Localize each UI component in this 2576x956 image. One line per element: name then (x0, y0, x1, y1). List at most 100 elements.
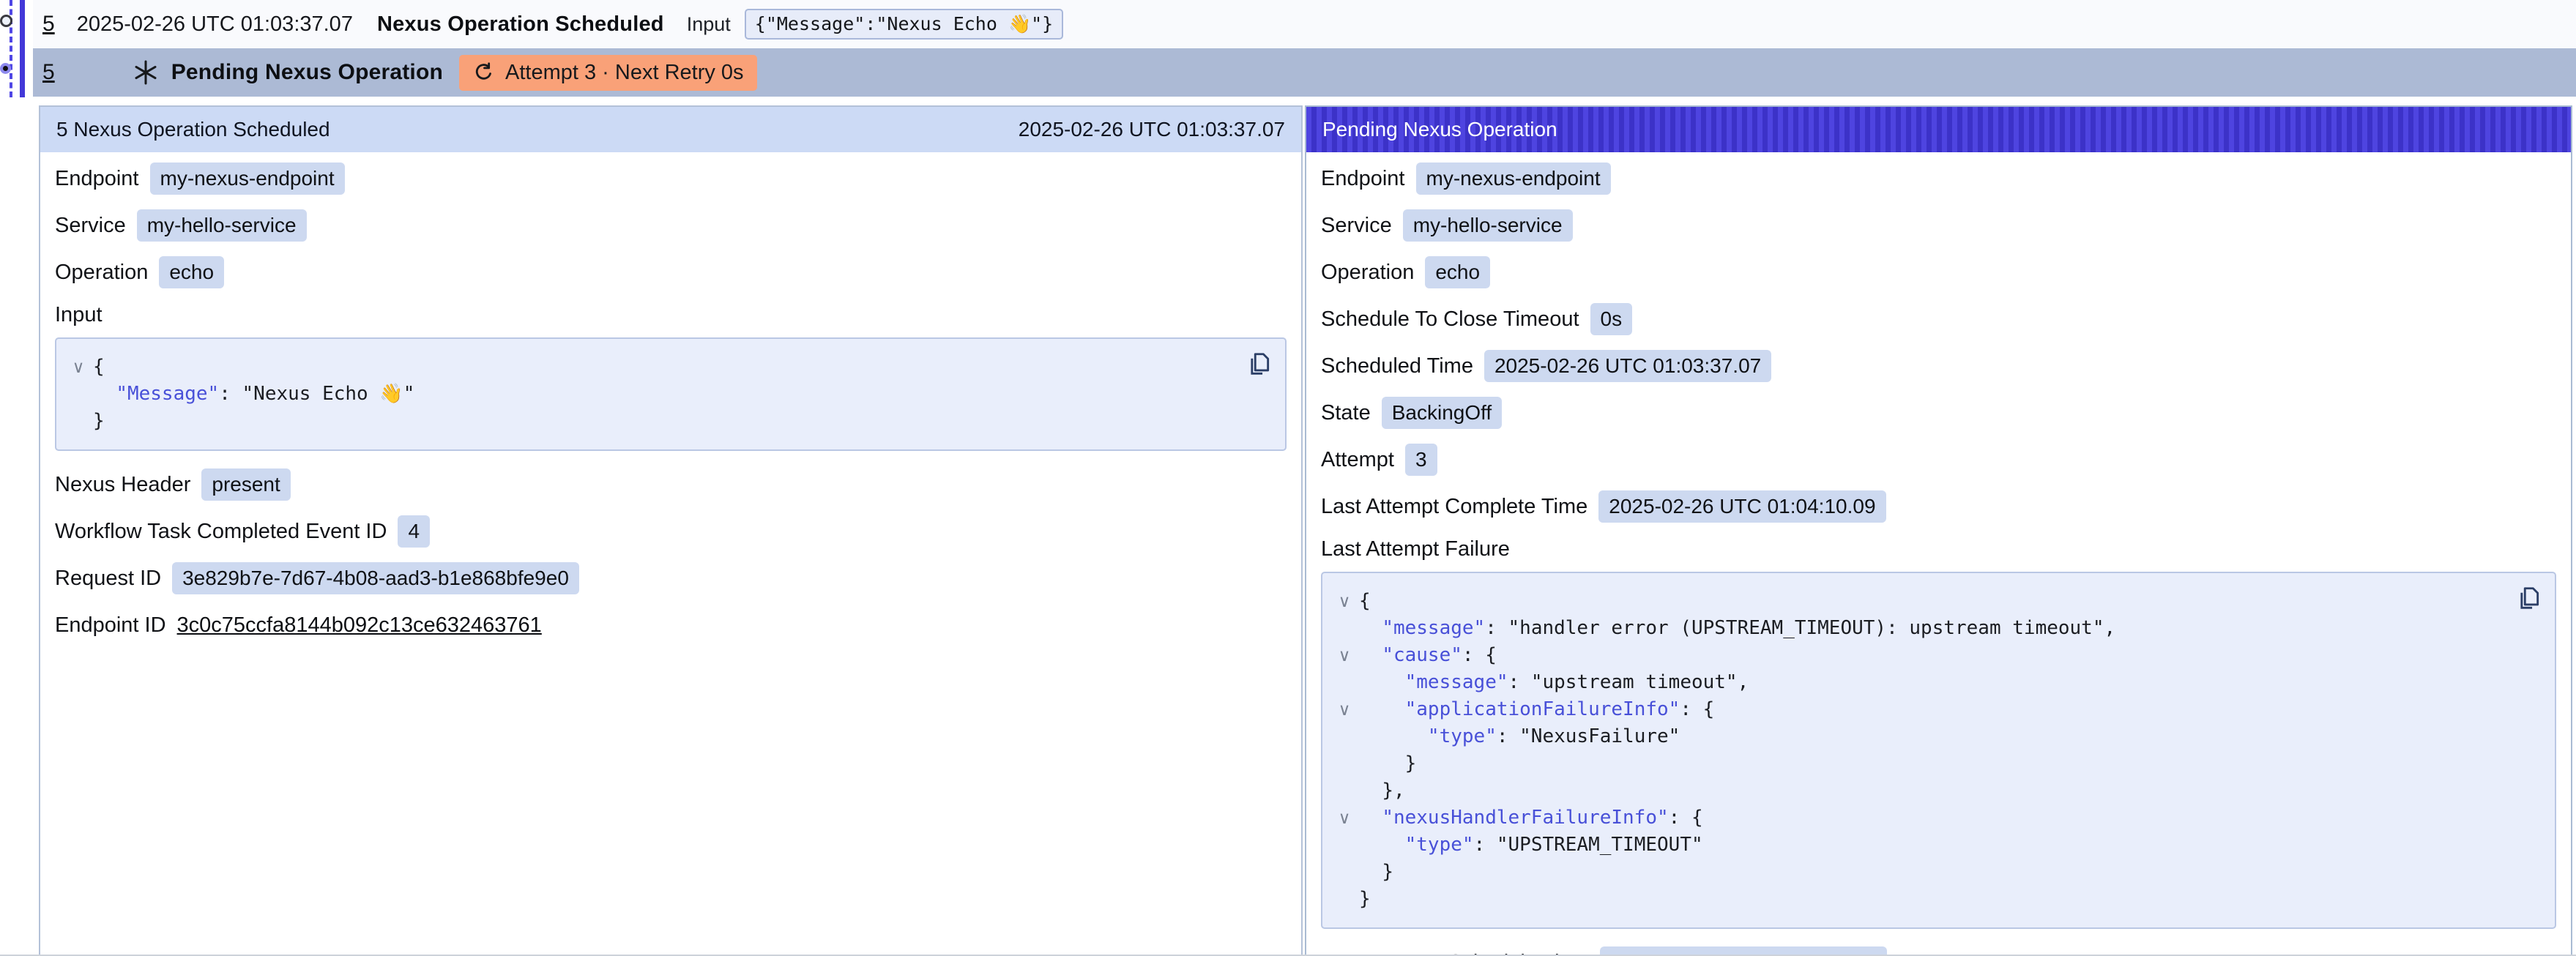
event-id-link[interactable]: 5 (42, 60, 55, 85)
event-title: Nexus Operation Scheduled (377, 12, 664, 37)
scheduled-event-detail-panel: 5 Nexus Operation Scheduled 2025-02-26 U… (39, 105, 1303, 956)
field-row: Nexus Header present (55, 468, 1287, 501)
field-value-badge: my-nexus-endpoint (150, 163, 345, 195)
code-text: "message": "upstream timeout", (1359, 669, 1749, 696)
field-value-badge: echo (1425, 256, 1490, 288)
field-row: Service my-hello-service (1321, 209, 2556, 242)
field-label: Operation (1321, 261, 1414, 285)
active-event-indicator-bar (20, 0, 25, 97)
field-value-badge: 0s (1590, 303, 1633, 335)
pending-asterisk-icon (132, 59, 160, 86)
collapse-chevron-icon[interactable]: ∨ (1330, 696, 1359, 723)
collapse-chevron-icon[interactable]: ∨ (1330, 588, 1359, 615)
field-row: Last Attempt Complete Time 2025-02-26 UTC… (1321, 490, 2556, 523)
field-value-badge: BackingOff (1382, 397, 1502, 429)
field-row: Request ID3e829b7e-7d67-4b08-aad3-b1e868… (55, 562, 1287, 594)
event-input-label: Input (687, 13, 731, 36)
timeline-connector-line (10, 0, 12, 97)
field-value-badge: my-hello-service (1403, 209, 1573, 242)
field-row: Schedule To Close Timeout 0s (1321, 303, 2556, 335)
code-text: { (93, 354, 105, 381)
input-section-label: Input (55, 303, 1287, 327)
field-label: State (1321, 401, 1371, 425)
code-text: { (1359, 588, 1371, 615)
field-row: Attempt3 (1321, 444, 2556, 476)
copy-icon[interactable] (2514, 583, 2543, 616)
code-line: ∨ "nexusHandlerFailureInfo": { (1330, 804, 2504, 832)
code-text: "type": "UPSTREAM_TIMEOUT" (1359, 832, 1703, 859)
json-key: "applicationFailureInfo" (1405, 698, 1680, 720)
collapse-chevron-icon[interactable]: ∨ (1330, 804, 1359, 832)
code-text: "nexusHandlerFailureInfo": { (1359, 804, 1703, 832)
code-line: } (1330, 886, 2504, 913)
field-label: Last Attempt Complete Time (1321, 495, 1587, 519)
code-line: } (64, 408, 1234, 435)
code-line: ∨{ (64, 354, 1234, 381)
attempt-retry-chip: Attempt 3 · Next Retry 0s (459, 55, 757, 91)
code-line: ∨{ (1330, 588, 2504, 615)
code-text: }, (1359, 777, 1405, 804)
code-line: "type": "NexusFailure" (1330, 723, 2504, 750)
json-key: "Message" (116, 383, 219, 405)
field-label: Nexus Header (55, 473, 190, 497)
event-input-preview-chip: {"Message":"Nexus Echo 👋"} (745, 9, 1063, 40)
collapse-chevron-icon[interactable]: ∨ (1330, 642, 1359, 669)
field-row: State BackingOff (1321, 397, 2556, 429)
scheduled-panel-title: 5 Nexus Operation Scheduled (56, 118, 330, 141)
attempt-retry-text: Attempt 3 · Next Retry 0s (505, 61, 744, 85)
field-value-badge: 3e829b7e-7d67-4b08-aad3-b1e868bfe9e0 (172, 562, 579, 594)
pending-operation-detail-panel: Pending Nexus Operation Endpointmy-nexus… (1305, 105, 2572, 956)
endpoint-id-link[interactable]: 3c0c75ccfa8144b092c13ce632463761 (177, 613, 542, 638)
code-line: }, (1330, 777, 2504, 804)
field-value-badge: echo (159, 256, 224, 288)
field-row: Endpointmy-nexus-endpoint (55, 163, 1287, 195)
code-line: ∨ "cause": { (1330, 642, 2504, 669)
code-text: } (1359, 750, 1416, 777)
scheduled-panel-timestamp: 2025-02-26 UTC 01:03:37.07 (1019, 118, 1285, 141)
timeline-dot-selected-icon (0, 63, 11, 74)
field-label: Service (1321, 214, 1392, 238)
json-key: "message" (1382, 617, 1485, 639)
field-label: Schedule To Close Timeout (1321, 307, 1579, 332)
field-label: Endpoint (1321, 167, 1405, 191)
event-row-pending-nexus-operation[interactable]: 5 Pending Nexus Operation Attempt 3 · Ne… (33, 48, 2576, 97)
code-text: } (93, 408, 105, 435)
code-line: "message": "upstream timeout", (1330, 669, 2504, 696)
code-line: "type": "UPSTREAM_TIMEOUT" (1330, 832, 2504, 859)
copy-icon[interactable] (1244, 349, 1273, 381)
field-row: Scheduled Time2025-02-26 UTC 01:03:37.07 (1321, 350, 2556, 382)
code-text: } (1359, 886, 1371, 913)
pending-panel-title: Pending Nexus Operation (1322, 118, 1557, 141)
event-history-detail-screen: 5 2025-02-26 UTC 01:03:37.07 Nexus Opera… (0, 0, 2576, 956)
field-value-badge: my-hello-service (137, 209, 307, 242)
scheduled-panel-header: 5 Nexus Operation Scheduled 2025-02-26 U… (40, 107, 1301, 152)
field-label: Workflow Task Completed Event ID (55, 520, 387, 544)
code-text: "applicationFailureInfo": { (1359, 696, 1714, 723)
field-row: Servicemy-hello-service (55, 209, 1287, 242)
field-row: Operationecho (55, 256, 1287, 288)
code-text: "type": "NexusFailure" (1359, 723, 1680, 750)
code-text: "Message": "Nexus Echo 👋" (93, 381, 414, 408)
collapse-chevron-icon[interactable]: ∨ (64, 354, 93, 381)
last-attempt-failure-label: Last Attempt Failure (1321, 537, 2556, 561)
field-row: Operation echo (1321, 256, 2556, 288)
field-label: Scheduled Time (1321, 354, 1473, 378)
field-value-badge: present (201, 468, 290, 501)
event-title: Pending Nexus Operation (171, 60, 443, 85)
event-id-link[interactable]: 5 (42, 12, 55, 37)
retry-icon (472, 61, 496, 84)
pending-panel-header: Pending Nexus Operation (1306, 107, 2571, 152)
field-row: Workflow Task Completed Event ID 4 (55, 515, 1287, 548)
code-line: "message": "handler error (UPSTREAM_TIME… (1330, 615, 2504, 642)
timeline-dot-open-icon (0, 15, 12, 27)
code-line: ∨ "applicationFailureInfo": { (1330, 696, 2504, 723)
field-value-badge: 2025-02-26 UTC 01:04:10.09 (1598, 490, 1886, 523)
code-text: "message": "handler error (UPSTREAM_TIME… (1359, 615, 2115, 642)
failure-payload-codeblock: ∨{ "message": "handler error (UPSTREAM_T… (1321, 572, 2556, 929)
field-value-badge: 4 (398, 515, 430, 548)
event-timestamp: 2025-02-26 UTC 01:03:37.07 (77, 12, 353, 37)
json-key: "type" (1428, 725, 1497, 747)
event-row-nexus-operation-scheduled[interactable]: 5 2025-02-26 UTC 01:03:37.07 Nexus Opera… (33, 0, 2576, 48)
json-key: "nexusHandlerFailureInfo" (1382, 807, 1668, 829)
code-text: } (1359, 859, 1393, 886)
